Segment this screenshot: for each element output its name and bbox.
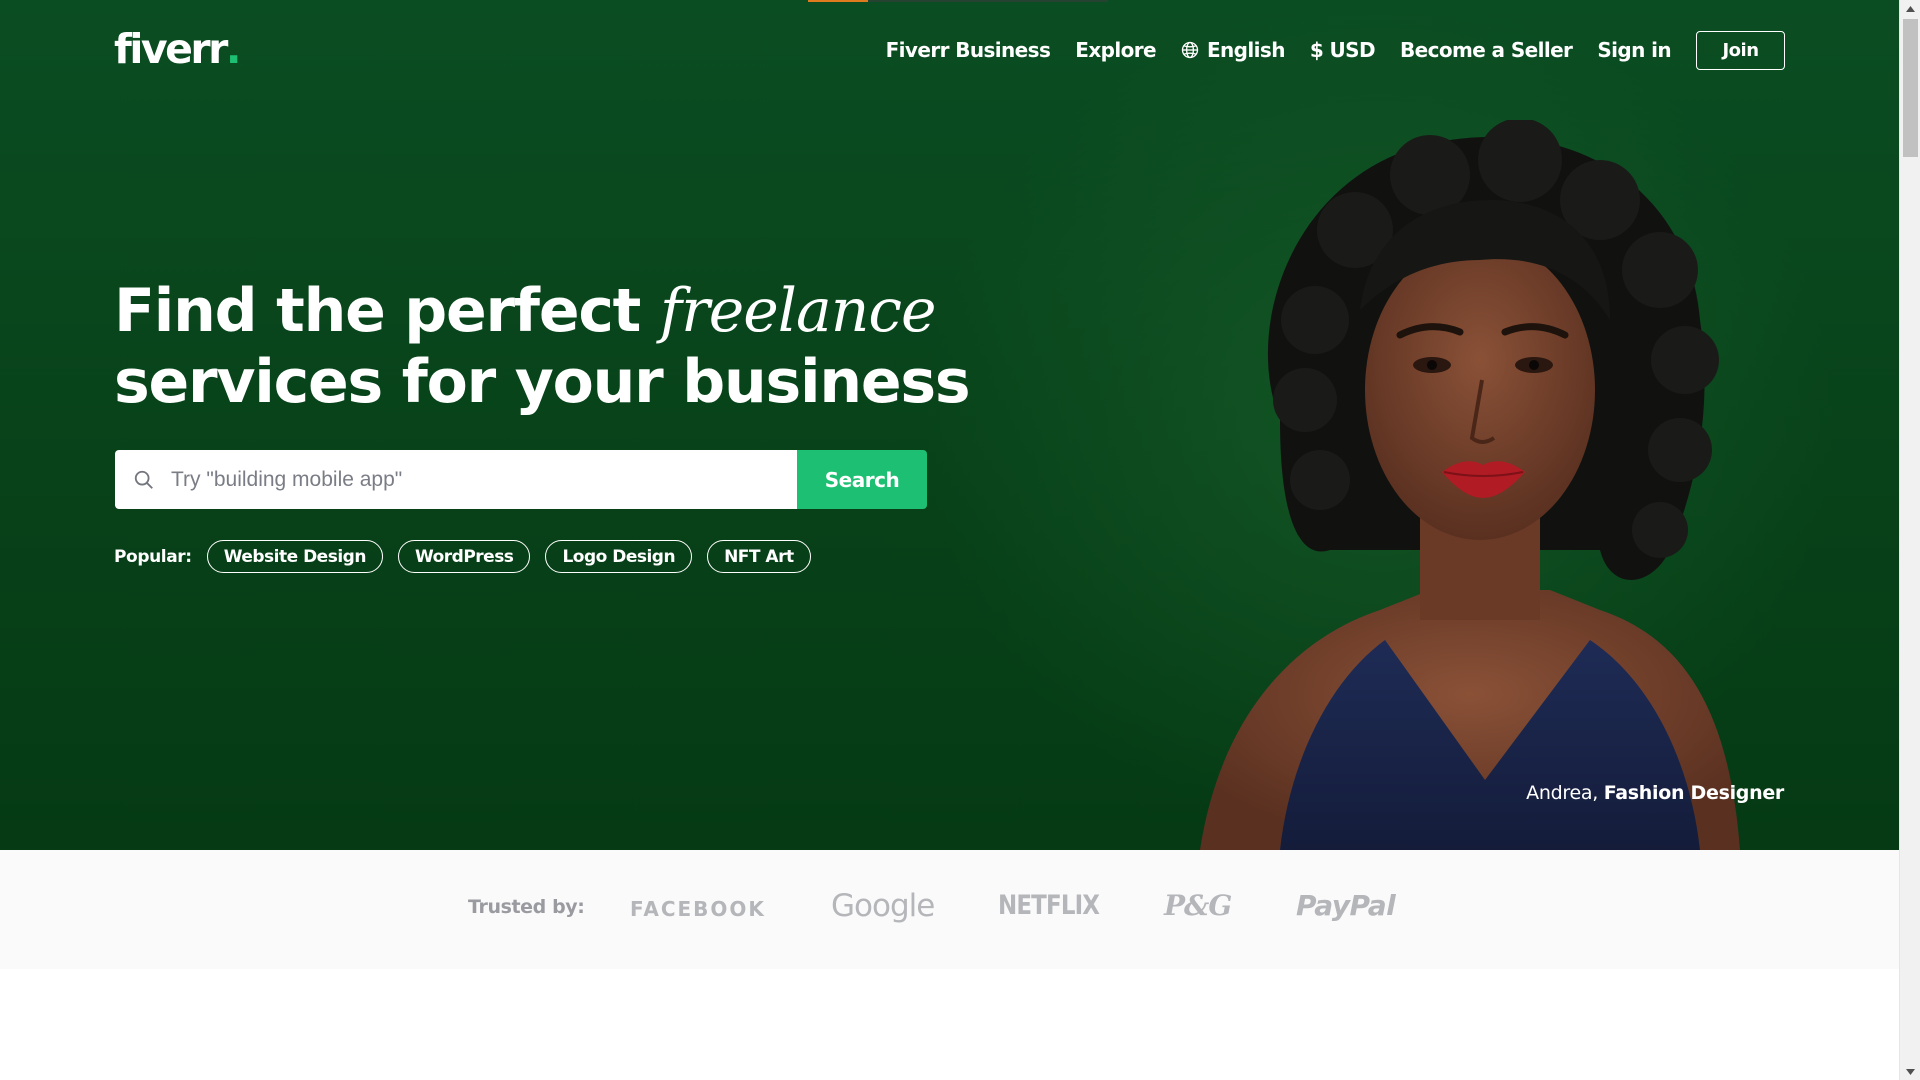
- portrait-caption: Andrea, Fashion Designer: [1526, 782, 1784, 804]
- headline-part1: Find the perfect: [114, 276, 660, 346]
- nav-currency[interactable]: $ USD: [1310, 38, 1376, 62]
- nav-sign-in[interactable]: Sign in: [1597, 38, 1671, 62]
- nav-language-label: English: [1206, 38, 1285, 62]
- caption-role: Fashion Designer: [1603, 782, 1785, 804]
- scroll-down-arrow[interactable]: [1900, 1063, 1920, 1080]
- search-bar: Search: [115, 450, 927, 509]
- caption-name: Andrea,: [1526, 782, 1598, 804]
- globe-icon: [1181, 41, 1199, 59]
- hero-section: fiverr. Fiverr Business Explore English …: [0, 0, 1899, 850]
- trusted-by-section: Trusted by: FACEBOOK Google NETFLIX P&G …: [0, 850, 1899, 969]
- nav-become-seller[interactable]: Become a Seller: [1400, 38, 1573, 62]
- nav-language[interactable]: English: [1181, 38, 1285, 62]
- popular-tag-website-design[interactable]: Website Design: [206, 540, 383, 573]
- page-viewport: fiverr. Fiverr Business Explore English …: [0, 0, 1899, 1080]
- nav-explore[interactable]: Explore: [1075, 38, 1156, 62]
- headline-line2: services for your business: [114, 347, 971, 417]
- scroll-up-arrow[interactable]: [1900, 0, 1920, 17]
- search-button[interactable]: Search: [797, 450, 927, 509]
- paypal-logo: PayPal: [1296, 889, 1396, 922]
- scrollbar-thumb[interactable]: [1903, 19, 1918, 157]
- vertical-scrollbar[interactable]: [1899, 0, 1920, 1080]
- popular-tag-nft-art[interactable]: NFT Art: [707, 540, 811, 573]
- hero-headline: Find the perfect freelance services for y…: [114, 276, 971, 418]
- popular-searches: Popular: Website Design WordPress Logo D…: [114, 540, 811, 573]
- facebook-logo: FACEBOOK: [630, 897, 766, 921]
- search-input[interactable]: [169, 466, 769, 493]
- search-field[interactable]: [115, 450, 797, 509]
- popular-label: Popular:: [114, 546, 192, 567]
- popular-tag-wordpress[interactable]: WordPress: [397, 540, 531, 573]
- triangle-down-icon: [1906, 1068, 1915, 1075]
- nav-fiverr-business[interactable]: Fiverr Business: [886, 38, 1051, 62]
- page-loading-bar-fill: [808, 0, 868, 2]
- hero-portrait-image: [1200, 120, 1740, 850]
- join-button[interactable]: Join: [1696, 30, 1785, 70]
- top-nav: Fiverr Business Explore English $ USD Be…: [886, 30, 1785, 70]
- trusted-by-label: Trusted by:: [468, 896, 585, 918]
- fiverr-logo[interactable]: fiverr.: [114, 24, 241, 74]
- triangle-up-icon: [1906, 5, 1915, 12]
- google-logo: Google: [831, 888, 935, 924]
- logo-text: fiverr: [114, 25, 228, 73]
- netflix-logo: NETFLIX: [998, 890, 1100, 921]
- page-loading-bar: [808, 0, 1108, 2]
- logo-dot: .: [225, 25, 242, 73]
- pg-logo: P&G: [1164, 889, 1232, 922]
- headline-italic: freelance: [659, 276, 937, 346]
- search-icon: [134, 470, 153, 489]
- popular-tag-logo-design[interactable]: Logo Design: [545, 540, 693, 573]
